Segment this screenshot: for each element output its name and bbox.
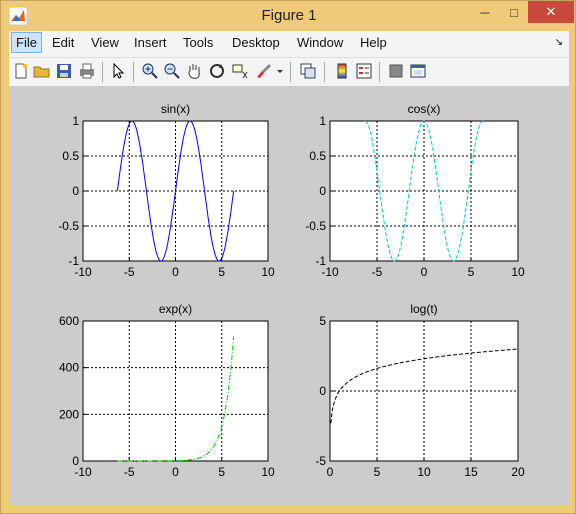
x-tick-label: -5 [372,265,383,279]
x-tick-label: -5 [124,265,135,279]
y-tick-label: 0.5 [309,149,326,163]
x-tick-label: 0 [172,465,179,479]
x-tick-label: 10 [511,265,525,279]
y-tick-label: -0.5 [305,219,326,233]
y-tick-label: 0 [72,184,79,198]
x-tick-label: -5 [124,465,135,479]
title-bar[interactable]: Figure 1 ─ □ ✕ [1,1,576,31]
subplot-title: log(t) [410,302,437,316]
open-file-icon[interactable] [33,62,51,80]
y-tick-label: 200 [59,407,79,421]
menu-desktop[interactable]: Desktop [232,35,280,50]
link-plot-icon[interactable] [299,62,317,80]
menu-insert[interactable]: Insert [134,35,167,50]
menu-help[interactable]: Help [360,35,387,50]
x-tick-label: 10 [417,465,431,479]
y-tick-label: -1 [68,254,79,268]
x-tick-label: 10 [261,465,275,479]
x-tick-label: 20 [511,465,525,479]
subplot-title: sin(x) [161,102,190,116]
colorbar-icon[interactable] [333,62,351,80]
menu-file[interactable]: File [11,32,42,53]
zoom-out-icon[interactable] [163,62,181,80]
menu-bar: File Edit View Insert Tools Desktop Wind… [9,31,569,57]
x-tick-label: 5 [468,265,475,279]
menu-edit[interactable]: Edit [52,35,74,50]
new-figure-icon[interactable] [12,62,30,80]
maximize-button[interactable]: □ [501,1,527,23]
x-tick-label: 5 [218,265,225,279]
figure-toolbar [9,57,569,87]
y-tick-label: 0 [319,384,326,398]
toolbar-separator [379,62,380,82]
menu-view[interactable]: View [91,35,119,50]
plot-area: sin(x)-10 -5 0 5 1010.50-0.5-1cos(x)-10 -5 0 5 1… [58,102,525,479]
x-tick-label: 10 [261,265,275,279]
select-arrow-icon[interactable] [109,62,127,80]
x-tick-label: 5 [374,465,381,479]
y-tick-label: 5 [319,314,326,328]
y-tick-label: -5 [315,454,326,468]
menu-tools[interactable]: Tools [183,35,213,50]
pan-hand-icon[interactable] [185,62,203,80]
x-tick-label: 5 [218,465,225,479]
subplot-title: cos(x) [408,102,441,116]
figure-canvas[interactable]: sin(x) -10 -5 0 5 10 1 0.5 0 -0.5 -1 cos(x) -10 -5 0 5 1… [9,86,569,506]
close-button[interactable]: ✕ [528,1,574,23]
print-icon[interactable] [78,62,96,80]
y-tick-label: 0 [319,184,326,198]
x-tick-label: 0 [172,265,179,279]
figure-window: Figure 1 ─ □ ✕ File Edit View Insert Too… [0,0,576,514]
x-tick-label: 0 [327,465,334,479]
rotate-3d-icon[interactable] [208,62,226,80]
y-tick-label: 0.5 [62,149,79,163]
x-tick-label: 0 [421,265,428,279]
hide-plot-tools-icon[interactable] [387,62,405,80]
toolbar-separator [290,62,291,82]
brush-icon[interactable] [255,62,273,80]
y-tick-label: -0.5 [58,219,79,233]
toolbar-separator [133,62,134,82]
legend-icon[interactable] [355,62,373,80]
zoom-in-icon[interactable] [141,62,159,80]
y-tick-label: 0 [72,454,79,468]
y-tick-label: 1 [319,114,326,128]
y-tick-label: 1 [72,114,79,128]
subplot-title: exp(x) [159,302,192,316]
brush-dropdown-icon[interactable] [275,62,285,80]
y-tick-label: 600 [59,314,79,328]
data-cursor-icon[interactable] [231,62,249,80]
toolbar-separator [324,62,325,82]
show-plot-tools-icon[interactable] [409,62,427,80]
minimize-button[interactable]: ─ [471,1,499,23]
menu-window[interactable]: Window [297,35,343,50]
save-icon[interactable] [55,62,73,80]
y-tick-label: -1 [315,254,326,268]
dock-arrow-icon[interactable]: ↘ [555,37,563,48]
y-tick-label: 400 [59,361,79,375]
x-tick-label: 15 [464,465,478,479]
toolbar-separator [102,62,103,82]
